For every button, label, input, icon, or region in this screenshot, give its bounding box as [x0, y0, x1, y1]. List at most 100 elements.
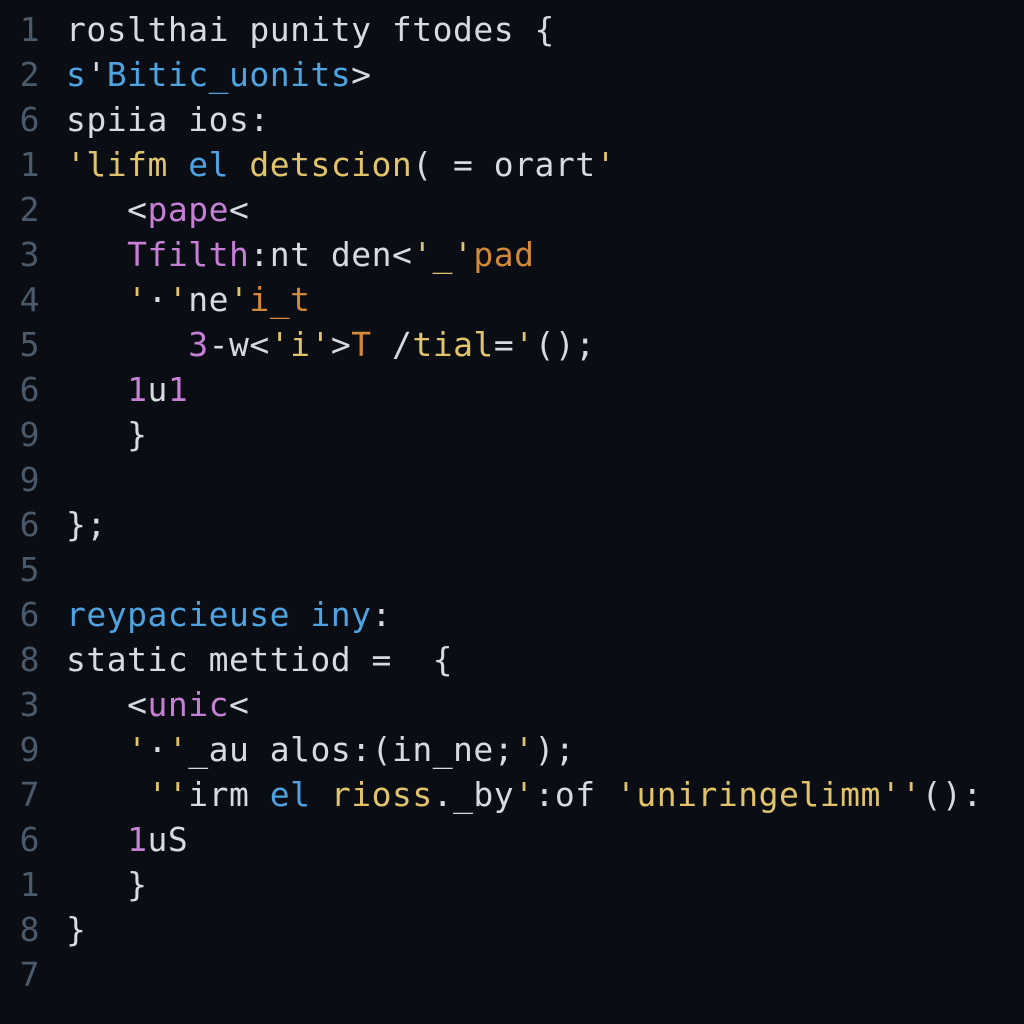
line-number: 9	[0, 728, 44, 773]
token: mettiod	[209, 640, 352, 679]
token: '_'	[412, 235, 473, 274]
token: '	[901, 775, 921, 814]
token: 3	[188, 325, 208, 364]
token: 1	[127, 820, 147, 859]
token: nt	[270, 235, 311, 274]
code-line[interactable]: <unic<	[66, 683, 1024, 728]
token: '	[168, 730, 188, 769]
token: '	[596, 145, 616, 184]
code-line[interactable]: 'lifm el detscion( = orart'	[66, 143, 1024, 188]
token	[351, 640, 371, 679]
code-line[interactable]: 1u1	[66, 368, 1024, 413]
token	[310, 235, 330, 274]
token: :	[535, 775, 555, 814]
code-line[interactable]: '·'_au alos:(in_ne;');	[66, 728, 1024, 773]
token: ·	[147, 280, 167, 319]
token: /	[392, 325, 412, 364]
token: '	[168, 280, 188, 319]
line-number: 3	[0, 233, 44, 278]
token: irm	[188, 775, 249, 814]
token: '	[127, 280, 147, 319]
line-number: 9	[0, 413, 44, 458]
token: ''	[147, 775, 188, 814]
line-number: 7	[0, 773, 44, 818]
token	[596, 775, 616, 814]
line-number-gutter: 1261234569965683976187	[0, 0, 44, 1024]
line-number: 6	[0, 593, 44, 638]
line-number: 4	[0, 278, 44, 323]
token	[372, 325, 392, 364]
token: <	[249, 325, 269, 364]
code-line[interactable]: ''irm el rioss._by':of 'uniringelimm''()…	[66, 773, 1024, 818]
token: :	[249, 100, 269, 139]
token: ()	[922, 775, 963, 814]
token: uS	[147, 820, 188, 859]
token: );	[535, 730, 576, 769]
line-number: 8	[0, 908, 44, 953]
code-line[interactable]: '·'ne'i_t	[66, 278, 1024, 323]
code-line[interactable]: 3-w<'i'>T /tial='();	[66, 323, 1024, 368]
token	[514, 10, 534, 49]
code-line[interactable]	[66, 953, 1024, 998]
code-line[interactable]	[66, 548, 1024, 593]
token: unic	[147, 685, 228, 724]
token: :	[249, 235, 269, 274]
code-line[interactable]: reypacieuse iny:	[66, 593, 1024, 638]
token: {	[535, 10, 555, 49]
token: (	[412, 145, 432, 184]
token: reypacieuse	[66, 595, 290, 634]
line-number: 1	[0, 143, 44, 188]
token	[127, 775, 147, 814]
line-number: 1	[0, 8, 44, 53]
token: _by	[453, 775, 514, 814]
code-line[interactable]: s'Bitic_uonits>	[66, 53, 1024, 98]
token: <	[127, 190, 147, 229]
code-line[interactable]: };	[66, 503, 1024, 548]
token: =	[494, 325, 514, 364]
code-editor[interactable]: 1261234569965683976187 roslthai punity f…	[0, 0, 1024, 1024]
token: iny	[310, 595, 371, 634]
token: <	[127, 685, 147, 724]
token: <	[392, 235, 412, 274]
code-line[interactable]: static mettiod = {	[66, 638, 1024, 683]
line-number: 6	[0, 818, 44, 863]
token: :(	[351, 730, 392, 769]
token: alos	[270, 730, 351, 769]
token: <	[229, 190, 249, 229]
token: :	[962, 775, 982, 814]
token: '	[514, 775, 534, 814]
token: 'uniringelimm'	[616, 775, 901, 814]
code-area[interactable]: roslthai punity ftodes {s'Bitic_uonits>s…	[44, 0, 1024, 1024]
token: orart	[494, 145, 596, 184]
code-line[interactable]: }	[66, 413, 1024, 458]
token: 'i'	[270, 325, 331, 364]
token	[392, 640, 433, 679]
code-line[interactable]: 1uS	[66, 818, 1024, 863]
token: _au	[188, 730, 249, 769]
token: u	[147, 370, 167, 409]
token: Bitic_uonits	[107, 55, 351, 94]
line-number: 7	[0, 953, 44, 998]
token	[188, 640, 208, 679]
line-number: 5	[0, 548, 44, 593]
token: 1	[127, 370, 147, 409]
code-line[interactable]	[66, 458, 1024, 503]
code-line[interactable]: spiia ios:	[66, 98, 1024, 143]
token	[372, 10, 392, 49]
code-line[interactable]: }	[66, 863, 1024, 908]
line-number: 6	[0, 503, 44, 548]
token: }	[66, 910, 86, 949]
line-number: 1	[0, 863, 44, 908]
code-line[interactable]: }	[66, 908, 1024, 953]
token	[473, 145, 493, 184]
code-line[interactable]: Tfilth:nt den<'_'pad	[66, 233, 1024, 278]
code-line[interactable]: roslthai punity ftodes {	[66, 8, 1024, 53]
code-line[interactable]: <pape<	[66, 188, 1024, 233]
token: }	[127, 415, 147, 454]
token: ios	[188, 100, 249, 139]
token: '	[514, 325, 534, 364]
token: roslthai	[66, 10, 229, 49]
token: of	[555, 775, 596, 814]
token: >	[351, 55, 371, 94]
token: Tfilth	[127, 235, 249, 274]
